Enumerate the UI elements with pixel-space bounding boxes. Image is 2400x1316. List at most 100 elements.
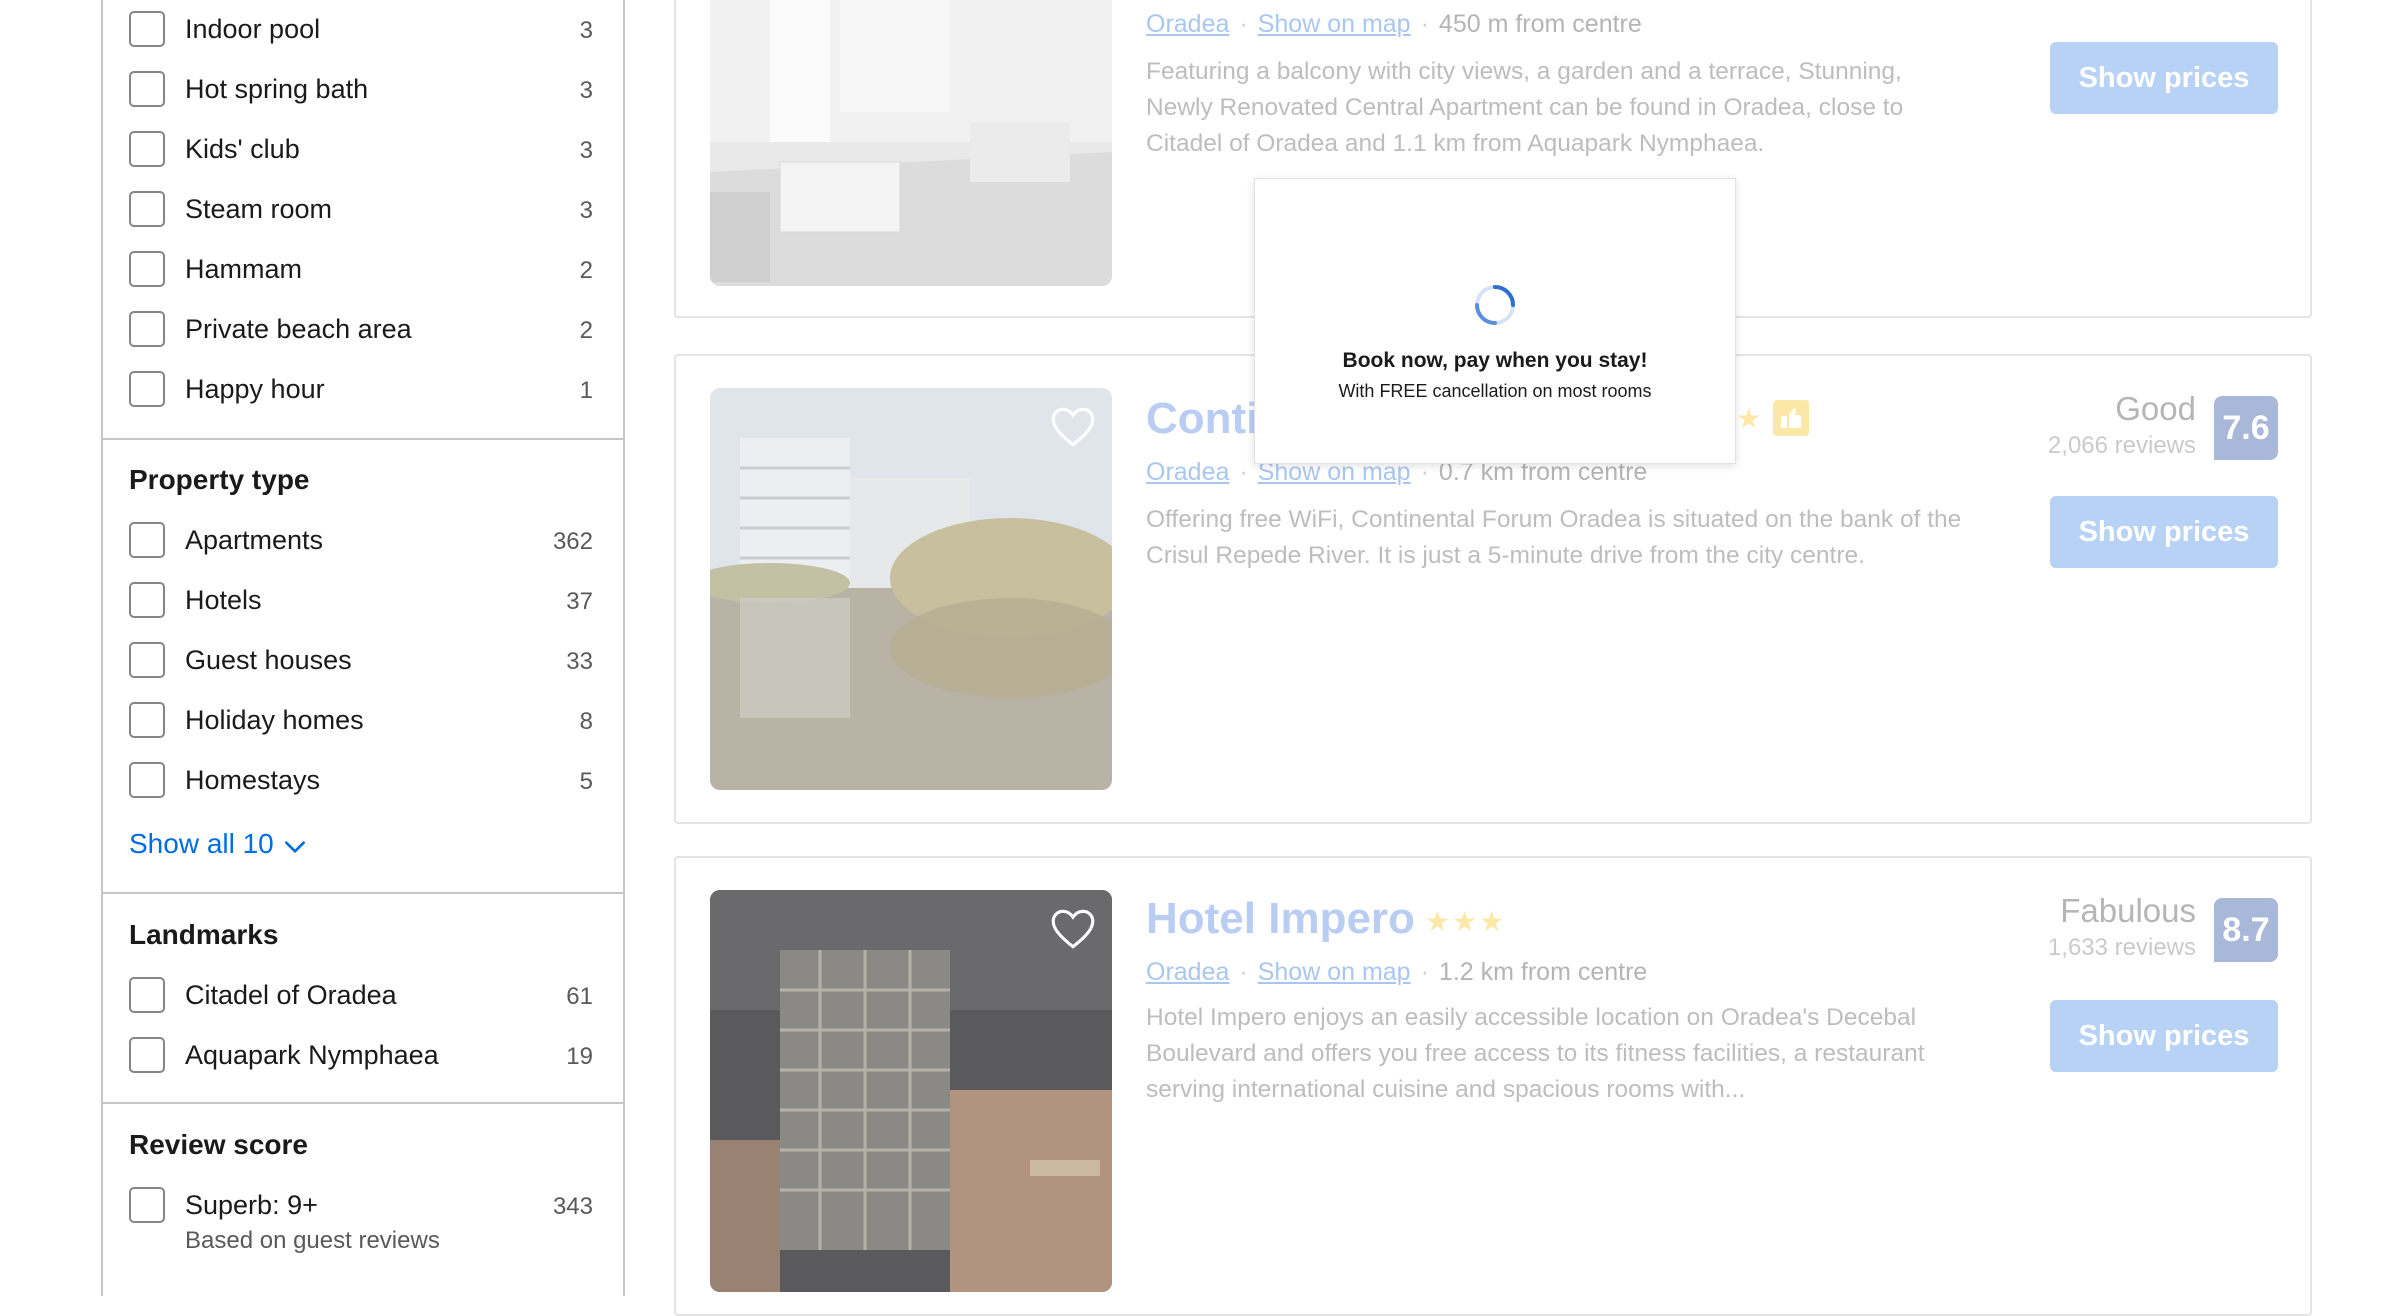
heart-icon[interactable] <box>1048 904 1098 954</box>
review-score-word: Fabulous <box>2060 892 2196 929</box>
checkbox[interactable] <box>129 251 165 287</box>
review-count: 1,633 reviews <box>2047 934 2196 961</box>
property-photo[interactable] <box>710 388 1112 790</box>
filter-label: Private beach area <box>185 314 412 344</box>
checkbox[interactable] <box>129 11 165 47</box>
property-card[interactable]: Hotel Impero ★★★ Oradea · Show on map · 1.2 k… <box>674 856 2312 1316</box>
filter-count: 19 <box>566 1043 593 1070</box>
checkbox[interactable] <box>129 131 165 167</box>
filter-count: 5 <box>579 768 593 795</box>
filter-guest-houses[interactable]: Guest houses 33 <box>129 642 593 682</box>
section-divider <box>103 892 623 894</box>
popup-subtitle: With FREE cancellation on most rooms <box>1338 381 1652 401</box>
city-link[interactable]: Oradea <box>1146 10 1229 38</box>
filter-count: 343 <box>552 1193 593 1220</box>
filter-count: 33 <box>566 648 593 675</box>
property-photo[interactable] <box>710 0 1112 286</box>
landmarks-heading: Landmarks <box>129 919 279 950</box>
filter-count: 3 <box>579 17 593 44</box>
filter-label: Apartments <box>185 525 324 555</box>
filter-count: 2 <box>579 257 593 284</box>
property-title[interactable]: Conti <box>1146 394 1258 444</box>
filter-superb-9-plus[interactable]: Superb: 9+ 343 Based on guest reviews <box>129 1187 593 1254</box>
checkbox[interactable] <box>129 1037 165 1073</box>
checkbox[interactable] <box>129 642 165 678</box>
checkbox[interactable] <box>129 311 165 347</box>
checkbox[interactable] <box>129 977 165 1013</box>
property-photo[interactable] <box>710 890 1112 1292</box>
filter-label: Aquapark Nymphaea <box>185 1040 439 1070</box>
property-title[interactable]: Hotel Impero ★★★ <box>1146 894 1506 944</box>
location-line: Oradea · Show on map · 450 m from centre <box>1146 10 1642 38</box>
filter-aquapark-nymphaea[interactable]: Aquapark Nymphaea 19 <box>129 1037 593 1077</box>
property-name[interactable]: Conti <box>1146 394 1258 443</box>
rating-stars-group: ★ <box>1736 400 1810 436</box>
loading-spinner-icon <box>1475 285 1515 325</box>
checkbox[interactable] <box>129 1187 165 1223</box>
filter-label: Indoor pool <box>185 14 321 44</box>
checkbox[interactable] <box>129 702 165 738</box>
filter-count: 61 <box>566 983 593 1010</box>
filter-label: Steam room <box>185 194 333 224</box>
show-prices-button[interactable]: Show prices <box>2050 42 2278 114</box>
filter-hotels[interactable]: Hotels 37 <box>129 582 593 622</box>
show-on-map-link[interactable]: Show on map <box>1258 958 1411 986</box>
star-rating: ★ <box>1736 402 1764 434</box>
filter-homestays[interactable]: Homestays 5 <box>129 762 593 802</box>
review-score-word: Good <box>2115 390 2196 427</box>
filter-count: 2 <box>579 317 593 344</box>
thumbs-up-badge-icon <box>1773 400 1810 436</box>
show-on-map-link[interactable]: Show on map <box>1258 10 1411 38</box>
checkbox[interactable] <box>129 762 165 798</box>
filter-label: Hot spring bath <box>185 74 369 104</box>
property-type-heading: Property type <box>129 464 310 495</box>
filter-label: Happy hour <box>185 374 325 404</box>
city-link[interactable]: Oradea <box>1146 958 1229 986</box>
filter-count: 3 <box>579 77 593 104</box>
property-name[interactable]: Hotel Impero <box>1146 894 1415 943</box>
filter-label: Holiday homes <box>185 705 364 735</box>
filter-steam-room[interactable]: Steam room 3 <box>129 191 593 231</box>
heart-icon[interactable] <box>1048 402 1098 452</box>
checkbox[interactable] <box>129 522 165 558</box>
review-score-badge[interactable]: 7.6 <box>2214 396 2278 460</box>
filter-count: 1 <box>579 377 593 404</box>
section-divider <box>103 438 623 440</box>
filter-hot-spring-bath[interactable]: Hot spring bath 3 <box>129 71 593 111</box>
filter-label: Hammam <box>185 254 303 284</box>
checkbox[interactable] <box>129 71 165 107</box>
distance-text: 1.2 km from centre <box>1438 958 1648 986</box>
show-prices-button[interactable]: Show prices <box>2050 496 2278 568</box>
filter-holiday-homes[interactable]: Holiday homes 8 <box>129 702 593 742</box>
show-prices-button[interactable]: Show prices <box>2050 1000 2278 1072</box>
filter-hammam[interactable]: Hammam 2 <box>129 251 593 291</box>
filter-apartments[interactable]: Apartments 362 <box>129 522 593 562</box>
popup-title: Book now, pay when you stay! <box>1342 349 1648 372</box>
filter-label: Homestays <box>185 765 321 795</box>
review-score-heading: Review score <box>129 1129 308 1160</box>
city-link[interactable]: Oradea <box>1146 458 1229 486</box>
loading-overlay: Book now, pay when you stay! With FREE c… <box>1254 178 1736 464</box>
checkbox[interactable] <box>129 191 165 227</box>
filter-count: 362 <box>552 528 593 555</box>
show-all-label: Show all 10 <box>129 828 274 859</box>
show-all-property-types-link[interactable]: Show all 10 <box>129 828 308 860</box>
property-description: Offering free WiFi, Continental Forum Or… <box>1146 506 1962 569</box>
filter-label: Guest houses <box>185 645 352 675</box>
location-line: Oradea · Show on map · 1.2 km from centre <box>1146 958 1648 986</box>
review-score-badge[interactable]: 8.7 <box>2214 898 2278 962</box>
filter-private-beach-area[interactable]: Private beach area 2 <box>129 311 593 351</box>
filter-count: 3 <box>579 137 593 164</box>
checkbox[interactable] <box>129 582 165 618</box>
checkbox[interactable] <box>129 371 165 407</box>
filter-kids-club[interactable]: Kids' club 3 <box>129 131 593 171</box>
filter-citadel-of-oradea[interactable]: Citadel of Oradea 61 <box>129 977 593 1017</box>
filter-count: 37 <box>566 588 593 615</box>
star-rating: ★★★ <box>1424 905 1507 937</box>
distance-text: 450 m from centre <box>1438 10 1642 38</box>
filter-happy-hour[interactable]: Happy hour 1 <box>129 371 593 411</box>
filter-indoor-pool[interactable]: Indoor pool 3 <box>129 11 593 51</box>
property-description: Featuring a balcony with city views, a g… <box>1146 58 1904 157</box>
filter-label: Superb: 9+ <box>185 1190 318 1220</box>
chevron-down-icon <box>284 841 305 853</box>
